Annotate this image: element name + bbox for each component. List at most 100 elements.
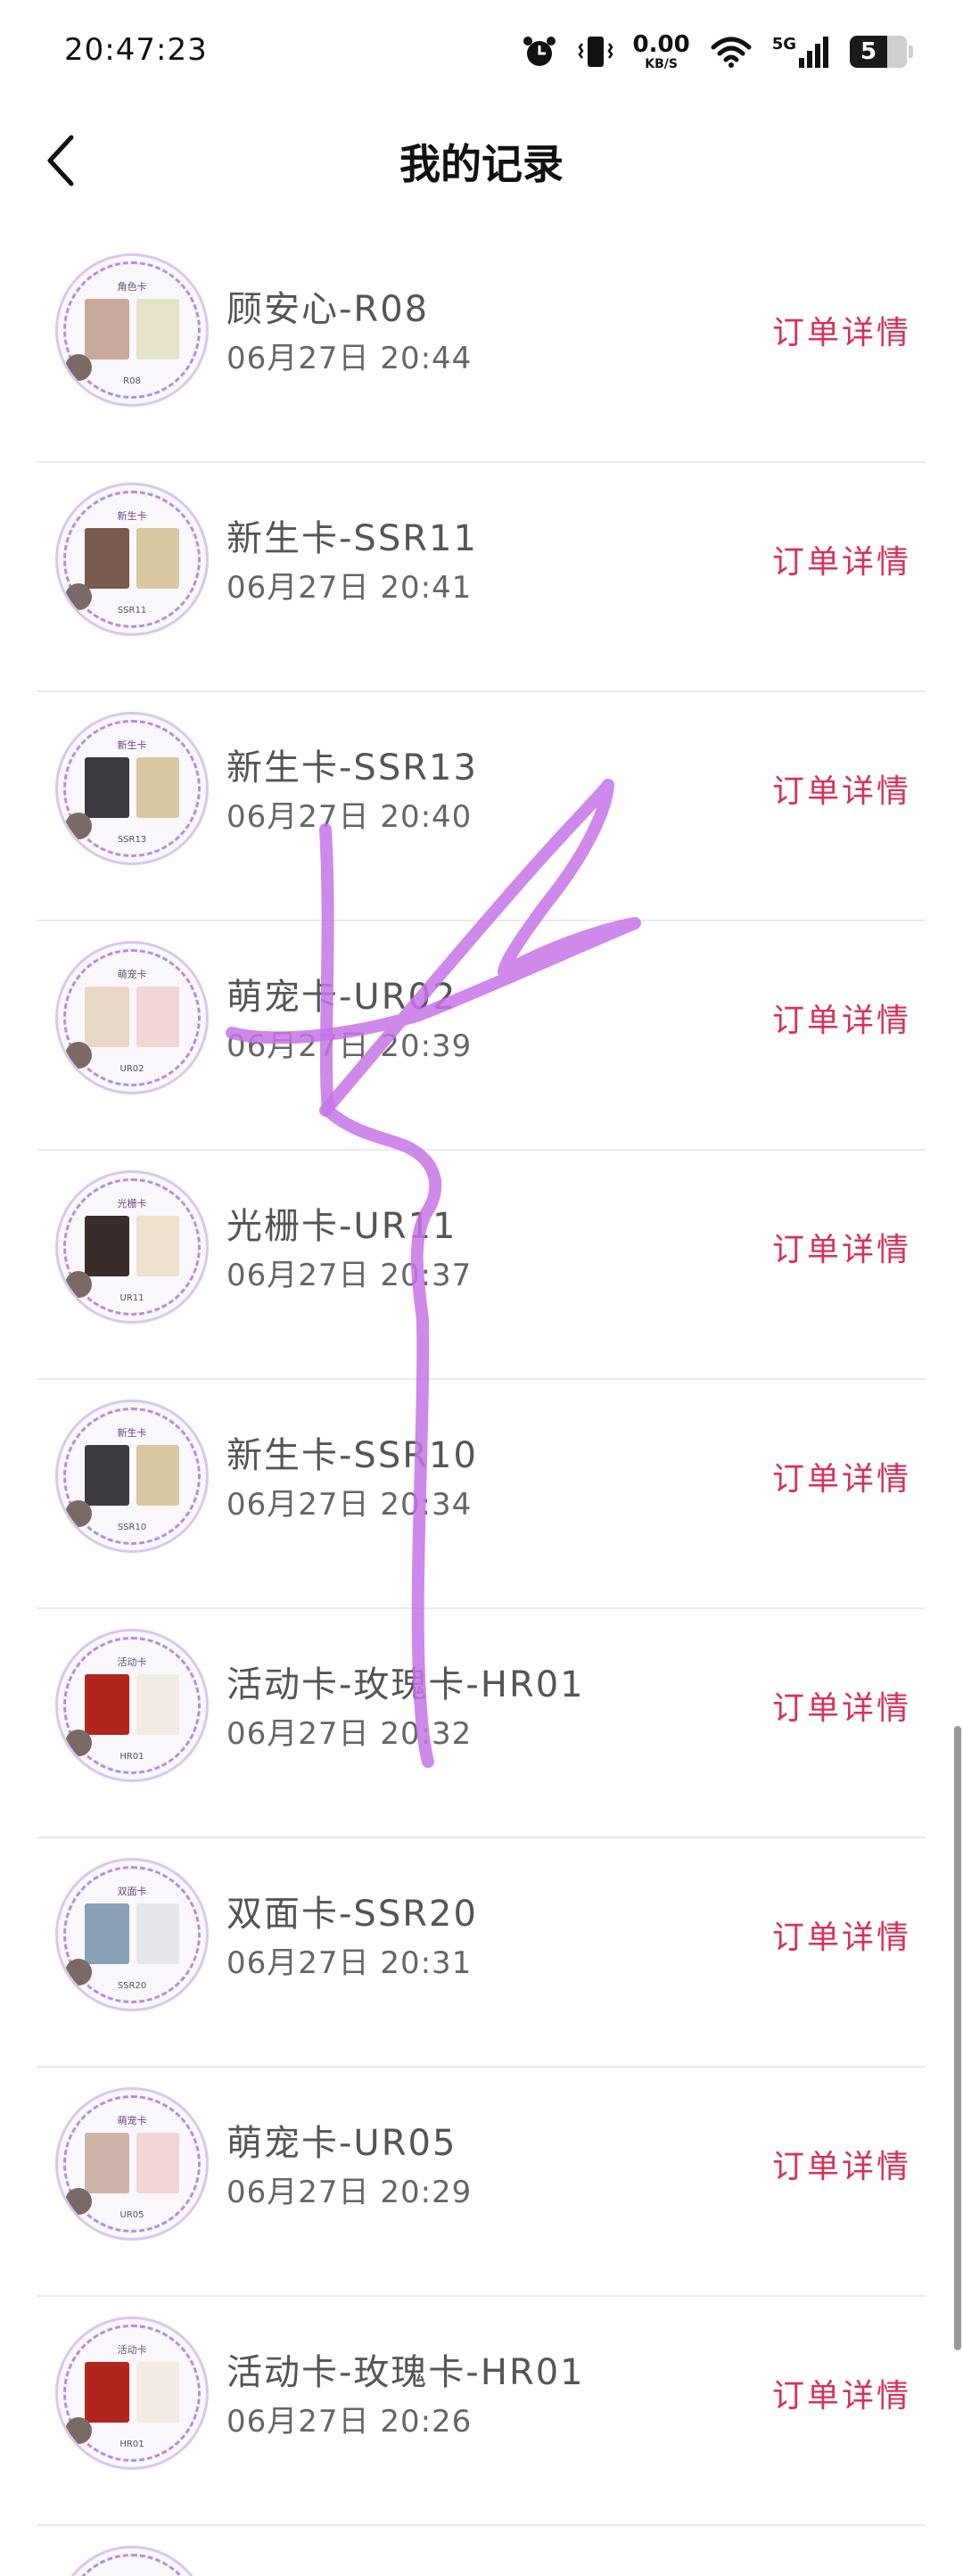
page-title: 我的记录: [399, 140, 564, 188]
net-speed-unit: KB/S: [645, 57, 678, 71]
card-thumbnail: 活动卡 HR01: [55, 2316, 209, 2470]
card-thumbnail: 双面卡 SSR20: [55, 1858, 209, 2011]
thumbnail-code: HR01: [119, 2440, 144, 2449]
thumbnail-card: [136, 1216, 179, 1276]
battery-level: 5: [860, 38, 877, 65]
record-row[interactable]: 活动卡 HR01 活动卡-玫瑰卡-HR01 06月27日 20:26 订单详情: [37, 2297, 926, 2526]
card-thumbnail: 活动卡 HR01: [55, 1629, 209, 1782]
record-row[interactable]: 萌宠卡 UR02 萌宠卡-UR02 06月27日 20:39 订单详情: [37, 921, 926, 1151]
card-thumbnail: 角色卡 R08: [55, 253, 209, 407]
order-detail-link[interactable]: 订单详情: [772, 765, 911, 812]
thumbnail-code: UR05: [119, 2210, 144, 2220]
status-bar: 20:47:23 0.00 KB/S 5G 5: [0, 0, 963, 98]
record-time: 06月27日 20:26: [226, 2404, 473, 2440]
record-time: 06月27日 20:41: [226, 570, 473, 606]
thumbnail-code: SSR20: [117, 1981, 147, 1991]
thumbnail-label: 新生卡: [117, 1427, 147, 1439]
thumbnail-card: [136, 299, 179, 359]
record-list: 角色卡 R08 顾安心-R08 06月27日 20:44 订单详情 新生卡 SS…: [0, 234, 963, 2576]
record-time: 06月27日 20:40: [226, 799, 473, 835]
thumbnail-card: [136, 1445, 179, 1506]
thumbnail-photo: [85, 528, 129, 589]
thumbnail-card: [136, 1903, 179, 1964]
record-row[interactable]: 撕拉拍立得宣传: [37, 2526, 926, 2576]
record-row[interactable]: 双面卡 SSR20 双面卡-SSR20 06月27日 20:31 订单详情: [37, 1838, 926, 2068]
order-detail-link[interactable]: 订单详情: [772, 307, 911, 353]
order-detail-link[interactable]: 订单详情: [772, 1224, 911, 1270]
record-row[interactable]: 角色卡 R08 顾安心-R08 06月27日 20:44 订单详情: [37, 234, 926, 463]
order-detail-link[interactable]: 订单详情: [772, 2370, 911, 2416]
card-thumbnail: 萌宠卡 UR02: [55, 941, 209, 1094]
thumbnail-card: [136, 528, 179, 589]
thumbnail-card: [136, 757, 179, 818]
thumbnail-label: 新生卡: [117, 739, 147, 751]
scrollbar[interactable]: [954, 1726, 961, 2350]
card-thumbnail: 新生卡 SSR13: [55, 712, 209, 865]
record-title: 新生卡-SSR13: [226, 747, 478, 788]
record-time: 06月27日 20:44: [226, 341, 473, 376]
record-title: 活动卡-玫瑰卡-HR01: [226, 1664, 585, 1705]
net-speed-value: 0.00: [632, 31, 690, 58]
record-title: 新生卡-SSR10: [226, 1435, 478, 1476]
record-time: 06月27日 20:32: [226, 1716, 473, 1752]
record-row[interactable]: 活动卡 HR01 活动卡-玫瑰卡-HR01 06月27日 20:32 订单详情: [37, 1609, 926, 1838]
thumbnail-photo: [85, 1445, 129, 1506]
record-time: 06月27日 20:37: [226, 1258, 473, 1293]
record-time: 06月27日 20:31: [226, 1945, 473, 1981]
thumbnail-label: 活动卡: [117, 1656, 147, 1668]
thumbnail-code: UR11: [119, 1293, 144, 1303]
record-time: 06月27日 20:29: [226, 2175, 473, 2210]
card-thumbnail: 萌宠卡 UR05: [55, 2087, 209, 2241]
thumbnail-label: 萌宠卡: [117, 2115, 147, 2126]
record-title: 光栅卡-UR11: [226, 1206, 457, 1247]
thumbnail-photo: [85, 2362, 129, 2423]
thumbnail-photo: [85, 1216, 129, 1276]
record-row[interactable]: 萌宠卡 UR05 萌宠卡-UR05 06月27日 20:29 订单详情: [37, 2068, 926, 2297]
battery-cap: [909, 45, 913, 58]
thumbnail-code: HR01: [119, 1752, 144, 1762]
thumbnail-label: 活动卡: [117, 2344, 147, 2356]
order-detail-link[interactable]: 订单详情: [772, 1682, 911, 1729]
record-title: 双面卡-SSR20: [226, 1894, 478, 1935]
thumbnail-card: [136, 2133, 179, 2193]
thumbnail-photo: [85, 1903, 129, 1964]
order-detail-link[interactable]: 订单详情: [772, 536, 911, 582]
card-thumbnail: [55, 2546, 209, 2576]
order-detail-link[interactable]: 订单详情: [772, 1453, 911, 1499]
record-title: 萌宠卡-UR02: [226, 977, 457, 1018]
thumbnail-photo: [85, 299, 129, 359]
order-detail-link[interactable]: 订单详情: [772, 2141, 911, 2187]
thumbnail-photo: [85, 987, 129, 1047]
order-detail-link[interactable]: 订单详情: [772, 1911, 911, 1958]
thumbnail-photo: [85, 1674, 129, 1735]
status-icons: 0.00 KB/S 5G 5: [521, 32, 913, 71]
record-row[interactable]: 新生卡 SSR11 新生卡-SSR11 06月27日 20:41 订单详情: [37, 463, 926, 692]
card-thumbnail: 新生卡 SSR11: [55, 483, 209, 636]
record-title: 撕拉拍立得宣传: [226, 2572, 489, 2576]
record-title: 萌宠卡-UR05: [226, 2123, 457, 2164]
record-row[interactable]: 新生卡 SSR10 新生卡-SSR10 06月27日 20:34 订单详情: [37, 1380, 926, 1609]
thumbnail-photo: [85, 757, 129, 818]
net-speed: 0.00 KB/S: [633, 33, 690, 70]
thumbnail-code: SSR10: [117, 1523, 147, 1532]
record-time: 06月27日 20:34: [226, 1487, 473, 1523]
thumbnail-photo: [85, 2133, 129, 2193]
wifi-icon: [711, 37, 752, 68]
thumbnail-label: 萌宠卡: [117, 969, 147, 980]
record-row[interactable]: 新生卡 SSR13 新生卡-SSR13 06月27日 20:40 订单详情: [37, 692, 926, 921]
order-detail-link[interactable]: 订单详情: [772, 995, 911, 1041]
app-header: 我的记录: [0, 98, 963, 223]
network-type: 5G: [771, 35, 796, 54]
thumbnail-code: SSR11: [117, 606, 147, 615]
thumbnail-label: 新生卡: [117, 510, 147, 522]
record-row[interactable]: 光栅卡 UR11 光栅卡-UR11 06月27日 20:37 订单详情: [37, 1151, 926, 1380]
record-page: 20:47:23 0.00 KB/S 5G 5 我的记录 角色卡 R08 顾安心…: [0, 0, 963, 2576]
thumbnail-card: [136, 1674, 179, 1735]
thumbnail-code: UR02: [119, 1064, 144, 1074]
signal-icon: 5G: [772, 35, 830, 69]
battery-icon: 5: [850, 36, 907, 68]
vibrate-icon: [577, 37, 613, 67]
thumbnail-frame: [63, 2554, 201, 2576]
status-time: 20:47:23: [64, 32, 208, 68]
thumbnail-code: R08: [123, 376, 141, 386]
